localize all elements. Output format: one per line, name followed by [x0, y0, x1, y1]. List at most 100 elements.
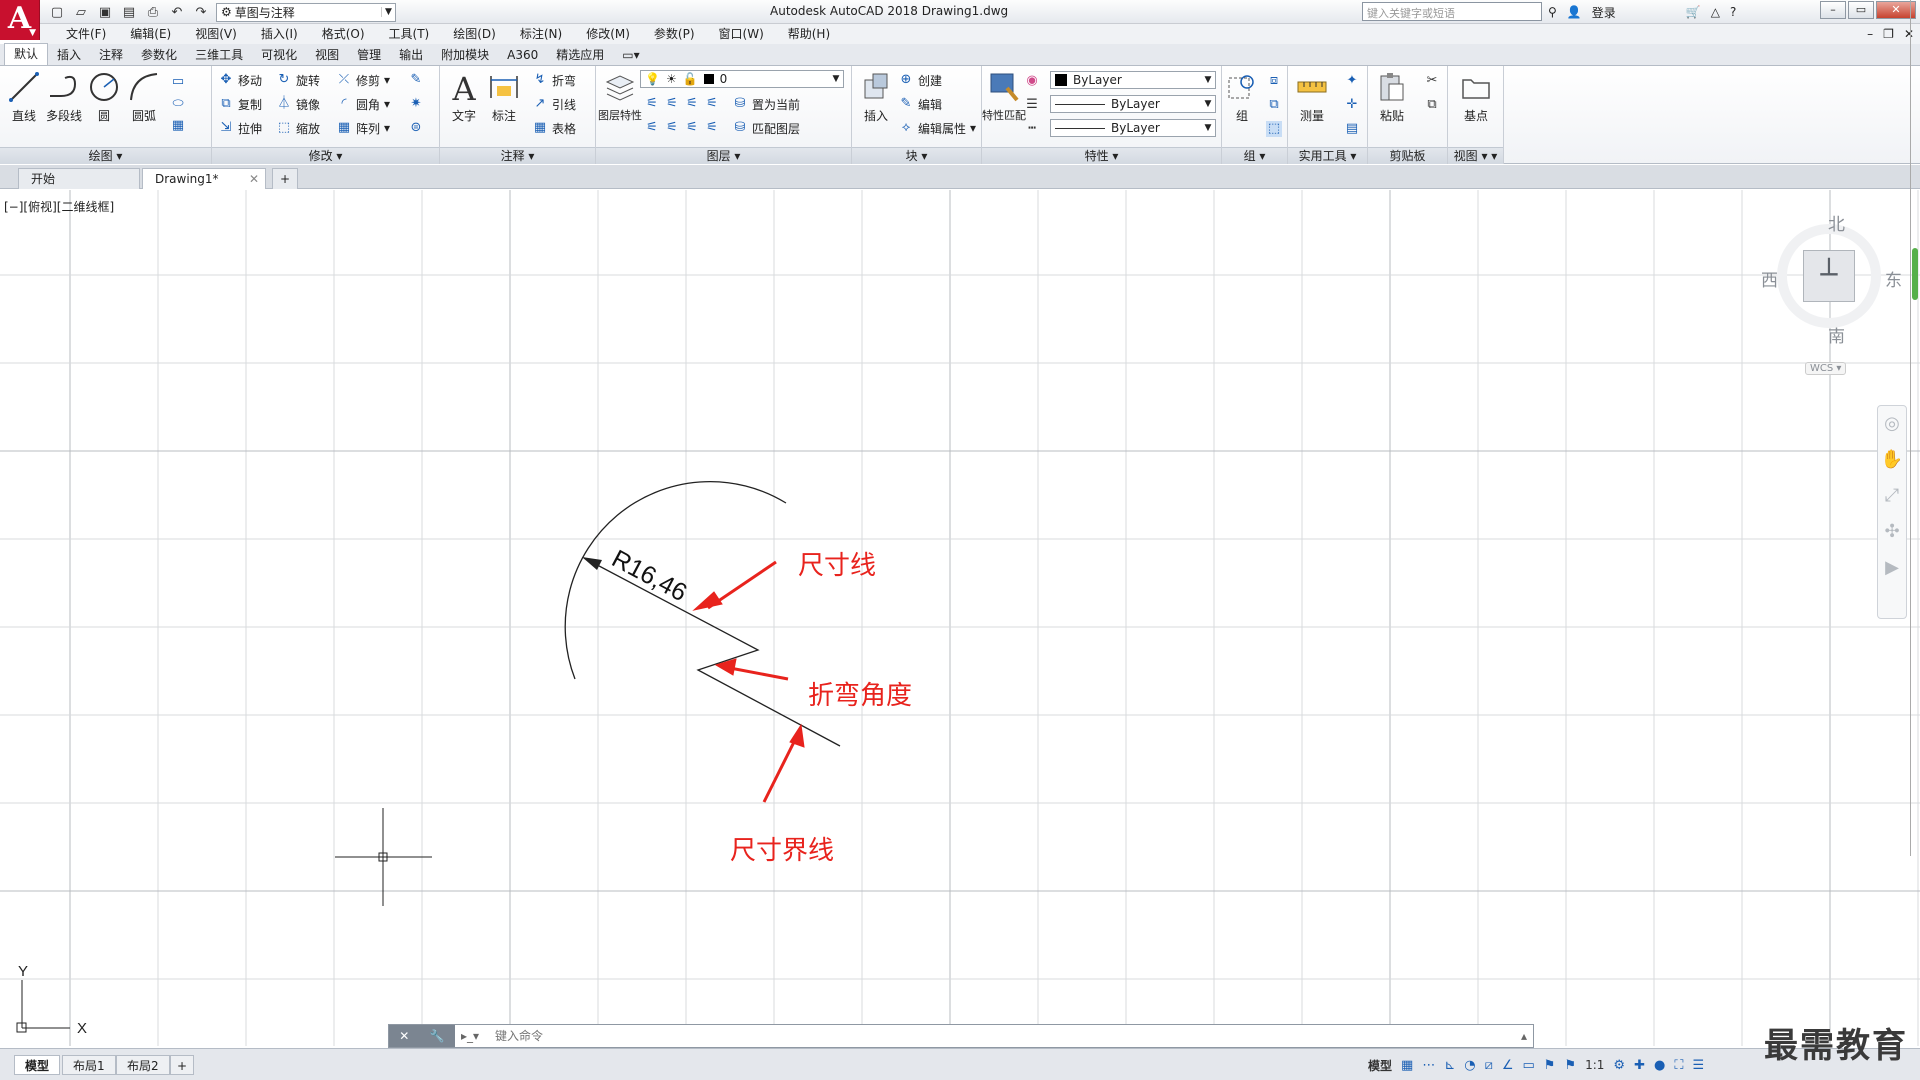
quick-select-button[interactable]: ✦ [1344, 71, 1360, 91]
close-icon[interactable]: ✕ [399, 1029, 409, 1043]
add-layout-button[interactable]: + [170, 1055, 195, 1075]
hatch-button[interactable]: ▦ [170, 116, 186, 136]
binoculars-icon[interactable]: ⚲ [1548, 5, 1557, 19]
wcs-menu[interactable]: WCS ▾ [1805, 362, 1847, 375]
wrench-icon[interactable]: 🔧 [430, 1029, 445, 1043]
edit-block-button[interactable]: ✎ 编辑 [898, 94, 942, 114]
fillet-button[interactable]: ◜ 圆角 ▾ [336, 94, 390, 114]
array-button[interactable]: ▦ 阵列 ▾ [336, 118, 390, 138]
scale-button[interactable]: ⬚ 缩放 [276, 118, 320, 138]
base-view-button[interactable]: 基点 [1454, 70, 1498, 124]
menu-view[interactable]: 视图(V) [183, 24, 249, 44]
linetype-button[interactable]: ┅ [1024, 119, 1040, 139]
jogged-dimension-line[interactable] [583, 557, 841, 747]
block-panel-title[interactable]: 块 ▾ [852, 147, 981, 164]
compass-east[interactable]: 东 [1885, 266, 1902, 291]
group-button[interactable]: 组 [1222, 70, 1262, 124]
menu-window[interactable]: 窗口(W) [707, 24, 776, 44]
auto-scale-icon[interactable]: ⚑ [1564, 1058, 1576, 1073]
copy-button[interactable]: ⧉ 复制 [218, 94, 262, 114]
measure-button[interactable]: 测量 [1290, 70, 1334, 124]
draw-panel-title[interactable]: 绘图 ▾ [0, 147, 211, 164]
command-prompt-icon[interactable]: ▸_▾ [455, 1029, 485, 1043]
tab-addins[interactable]: 附加模块 [432, 45, 498, 65]
calculator-button[interactable]: ▤ [1344, 119, 1360, 139]
tab-layout1[interactable]: 布局1 [62, 1055, 116, 1075]
rectangle-button[interactable]: ▭ [170, 72, 186, 92]
compass-south[interactable]: 南 [1828, 322, 1845, 347]
layer-lock-icon[interactable]: ⚟ [704, 96, 720, 112]
doc-restore-button[interactable]: ❐ [1883, 24, 1894, 44]
maximize-button[interactable]: ▭ [1848, 1, 1874, 19]
zoom-icon[interactable]: ⤢ [1878, 478, 1906, 514]
ungroup-button[interactable]: ⧈ [1266, 71, 1282, 91]
paste-button[interactable]: 粘贴 [1370, 70, 1414, 124]
ortho-icon[interactable]: ⊾ [1444, 1058, 1455, 1073]
tab-insert[interactable]: 插入 [48, 45, 90, 65]
insert-block-button[interactable]: 插入 [854, 70, 898, 124]
tab-layout2[interactable]: 布局2 [116, 1055, 170, 1075]
doc-minimize-button[interactable]: – [1867, 24, 1873, 44]
layer-unlock-icon[interactable]: ⚟ [704, 120, 720, 136]
tab-parametric[interactable]: 参数化 [132, 45, 186, 65]
login-button[interactable]: 登录 [1592, 4, 1616, 21]
match-layer-button[interactable]: ⛁ 匹配图层 [732, 118, 800, 138]
menu-modify[interactable]: 修改(M) [574, 24, 642, 44]
viewcube-top-face[interactable]: ┴ [1803, 250, 1855, 302]
viewport-controls-label[interactable]: [−][俯视][二维线框] [4, 198, 114, 215]
ribbon-options-icon[interactable]: ▭▾ [613, 45, 648, 65]
group-select-button[interactable]: ⬚ [1266, 119, 1282, 139]
cut-button[interactable]: ✂ [1424, 71, 1440, 91]
polyline-button[interactable]: 多段线 [42, 70, 86, 124]
snap-icon[interactable]: ⋯ [1422, 1058, 1435, 1073]
clean-screen-icon[interactable]: ⛶ [1674, 1058, 1683, 1073]
annotation-scale[interactable]: 1:1 [1585, 1058, 1604, 1072]
menu-edit[interactable]: 编辑(E) [118, 24, 183, 44]
redo-icon[interactable]: ↷ [192, 3, 210, 21]
annotation-panel-title[interactable]: 注释 ▾ [440, 147, 595, 164]
menu-help[interactable]: 帮助(H) [776, 24, 842, 44]
menu-dimension[interactable]: 标注(N) [508, 24, 574, 44]
color-wheel-button[interactable]: ◉ [1024, 71, 1040, 91]
offset-button[interactable]: ⊜ [408, 118, 424, 138]
menu-file[interactable]: 文件(F) [54, 24, 118, 44]
new-tab-button[interactable]: + [272, 168, 298, 189]
command-history-icon[interactable]: ▴ [1515, 1029, 1533, 1043]
annotation-visibility-icon[interactable]: ⚑ [1544, 1058, 1556, 1073]
a360-icon[interactable]: △ [1711, 5, 1720, 19]
tab-featured-apps[interactable]: 精选应用 [547, 45, 613, 65]
application-menu-button[interactable]: A ▼ [0, 0, 40, 40]
group-edit-button[interactable]: ⧉ [1266, 95, 1282, 115]
lineweight-button[interactable]: ☰ [1024, 95, 1040, 115]
orbit-icon[interactable]: ✣ [1878, 514, 1906, 550]
modify-panel-title[interactable]: 修改 ▾ [212, 147, 439, 164]
model-space-button[interactable]: 模型 [1368, 1057, 1392, 1074]
tab-view[interactable]: 视图 [306, 45, 348, 65]
compass-west[interactable]: 西 [1761, 266, 1778, 291]
layer-isolate-icon[interactable]: ⚟ [664, 96, 680, 112]
move-button[interactable]: ✥ 移动 [218, 70, 262, 90]
tab-visualize[interactable]: 可视化 [252, 45, 306, 65]
customize-icon[interactable]: ☰ [1692, 1058, 1704, 1073]
lineweight-dropdown[interactable]: ByLayer ▼ [1050, 119, 1216, 137]
command-input[interactable] [485, 1026, 1515, 1046]
layer-off-icon[interactable]: ⚟ [644, 96, 660, 112]
properties-panel-title[interactable]: 特性 ▾ [982, 147, 1221, 164]
arc-button[interactable]: 圆弧 [122, 70, 166, 124]
stretch-button[interactable]: ⇲ 拉伸 [218, 118, 262, 138]
close-icon[interactable]: ✕ [249, 169, 259, 189]
dimension-button[interactable]: 标注 [482, 70, 526, 124]
erase-button[interactable]: ✎ [408, 70, 424, 90]
explode-button[interactable]: ✷ [408, 94, 424, 114]
osnap-icon[interactable]: ⧄ [1485, 1058, 1493, 1073]
compass-north[interactable]: 北 [1828, 210, 1845, 235]
menu-tools[interactable]: 工具(T) [377, 24, 442, 44]
clipboard-panel-title[interactable]: 剪贴板 [1368, 147, 1447, 164]
save-icon[interactable]: ▣ [96, 3, 114, 21]
dimension-text[interactable]: R16,46 [607, 545, 691, 608]
tab-default[interactable]: 默认 [4, 43, 49, 65]
line-button[interactable]: 直线 [2, 70, 46, 124]
circle-button[interactable]: 圆 [82, 70, 126, 124]
polar-icon[interactable]: ◔ [1464, 1058, 1475, 1073]
minimize-button[interactable]: – [1820, 1, 1846, 19]
